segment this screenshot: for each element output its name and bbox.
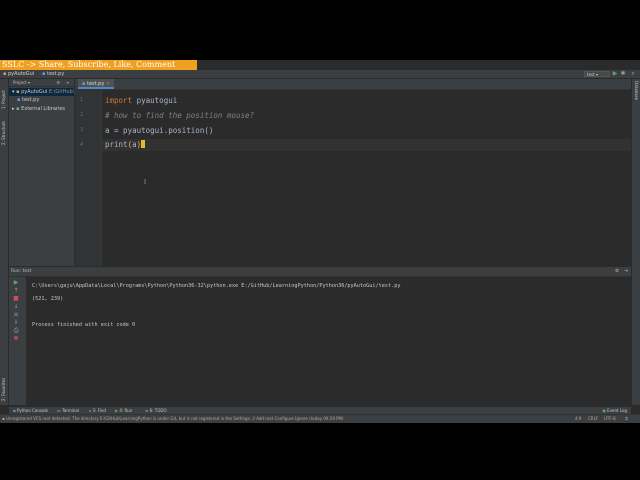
rerun-icon[interactable]: ▶ [12,280,20,286]
left-tool-strip: 1: Project 2: Structure 2: Favorites [0,79,9,405]
terminal-icon: ▭ [57,408,61,413]
code-line-2: # how to find the position mouse? [105,111,255,120]
code-line-1: import pyautogui [105,96,177,106]
right-tool-strip: Database [631,79,640,405]
status-bar: ▪ Unregistered VCS root detected: The di… [0,414,640,423]
text-caret [141,140,146,148]
tab-project-tool[interactable]: 1: Project [1,81,7,109]
code-token: = pyautogui.position() [109,126,214,135]
breadcrumb-project[interactable]: ▪ pyAutoGui [3,70,34,78]
navigation-bar: ▪ pyAutoGui ▪ test.py test ▾ ▶ ✱ ⌕ [0,70,640,79]
code-token: pyautogui [132,96,178,105]
line-number: 1 [79,97,83,103]
video-banner: SSLC -> Share, Subscribe, Like, Comment [0,60,197,70]
soft-wrap-icon[interactable]: ≡ [12,312,20,318]
tab-test-py-label: test.py [86,81,105,87]
tab-favorites-tool[interactable]: 2: Favorites [1,369,7,401]
run-console-output[interactable]: C:\Users\gaju\AppData\Local\Programs\Pyt… [27,277,631,405]
project-panel: Project ▾ ⚙ ⇥ ▾ ▪ pyAutoGui E:\GitHub\..… [9,79,79,266]
debug-icon[interactable]: ✱ [620,71,626,77]
editor-gutter: 1 2 3 4 [75,90,102,266]
chevron-down-icon: ▾ [12,89,15,95]
code-line-3: a = pyautogui.position() [105,126,213,136]
line-number: 2 [79,112,83,118]
tab-run-label: 4: Run [119,408,133,413]
arrow-up-icon[interactable]: ↑ [12,288,20,294]
folder-icon: ▪ [16,89,20,95]
project-panel-header: Project ▾ ⚙ ⇥ [9,79,74,87]
tab-terminal-label: Terminal [62,408,79,413]
search-icon[interactable]: ⌕ [630,71,636,77]
console-line: C:\Users\gaju\AppData\Local\Programs\Pyt… [32,283,401,289]
print-icon[interactable]: ⎙ [12,328,20,334]
tab-todo-label: 6: TODO [149,408,167,413]
gear-icon[interactable]: ⚙ [56,79,60,87]
tree-root-label: pyAutoGui [21,89,48,95]
tab-python-console-label: Python Console [17,408,49,413]
file-encoding[interactable]: UTF-8 [604,415,616,423]
tree-item-external-libraries[interactable]: ▸ ▪ External Libraries [12,105,65,113]
mouse-cursor-icon: I [144,178,147,186]
code-line-4: print(a) [105,140,146,150]
keyword-token: import [105,96,133,105]
breadcrumb-project-label: pyAutoGui [7,71,35,77]
scroll-to-end-icon[interactable]: ⇩ [12,320,20,326]
arrow-down-icon[interactable]: ↓ [12,304,20,310]
tab-event-log-label: Event Log [607,408,627,413]
todo-icon: ≡ [145,408,149,413]
lock-icon[interactable]: ⚿ [625,415,628,423]
event-log-icon: ● [602,408,606,413]
run-icon[interactable]: ▶ [612,71,618,77]
tab-test-py[interactable]: ▪ test.py × [78,79,115,89]
clear-all-icon[interactable]: ✖ [12,336,20,342]
breadcrumb-file[interactable]: ▪ test.py [42,70,64,78]
close-icon[interactable]: × [106,81,110,87]
run-panel-header: Run: test ⚙ ⇥ [9,267,631,277]
line-number: 3 [79,127,83,133]
console-line: (521, 239) [32,296,64,302]
stop-icon[interactable]: ■ [12,296,20,302]
python-file-icon: ▪ [82,81,86,87]
tab-structure-tool[interactable]: 2: Structure [1,113,7,145]
caret-position[interactable]: 4:9 [575,415,581,423]
library-icon: ▪ [16,106,20,112]
collapse-icon[interactable]: ⇥ [66,79,69,87]
line-number: 4 [79,142,83,148]
python-file-icon: ▪ [42,71,46,77]
editor-tab-bar: ▪ test.py × [75,79,631,90]
line-separator[interactable]: CRLF [588,415,598,423]
run-config-select[interactable]: test ▾ [584,71,610,77]
run-config-name[interactable]: test [23,269,32,274]
run-icon: ▶ [115,408,119,413]
run-toolbar: ▶ ↑ ■ ↓ ≡ ⇩ ⎙ ✖ [9,277,27,405]
console-line: Process finished with exit code 0 [32,322,136,328]
function-token: print [105,140,128,149]
code-editor[interactable]: import pyautogui # how to find the posit… [102,90,631,266]
gear-icon[interactable]: ⚙ [615,267,619,276]
breadcrumb-file-label: test.py [46,71,65,77]
folder-icon: ▪ [3,71,7,77]
warning-icon: ▪ [2,416,5,421]
python-icon: ▪ [13,408,16,413]
tab-database-tool[interactable]: Database [633,81,639,109]
tree-file-label: test.py [21,97,40,103]
run-panel-label: Run: [11,269,23,274]
tree-item-root[interactable]: ▾ ▪ pyAutoGui E:\GitHub\... [9,88,79,96]
project-panel-title[interactable]: Project [13,80,27,85]
current-line-highlight [102,139,631,151]
run-panel-title: Run: test [11,267,31,276]
status-message[interactable]: ▪ Unregistered VCS root detected: The di… [2,415,522,423]
search-icon: ⌕ [89,408,92,413]
tab-find-label: 3: Find [92,408,106,413]
tree-external-label: External Libraries [21,106,66,112]
hide-panel-icon[interactable]: ⇥ [624,267,628,276]
tree-item-file[interactable]: ▪ test.py [17,96,39,104]
python-file-icon: ▪ [17,97,21,103]
run-config-label: test [587,72,595,77]
status-message-text: Unregistered VCS root detected: The dire… [6,416,344,421]
chevron-right-icon: ▸ [12,106,15,112]
